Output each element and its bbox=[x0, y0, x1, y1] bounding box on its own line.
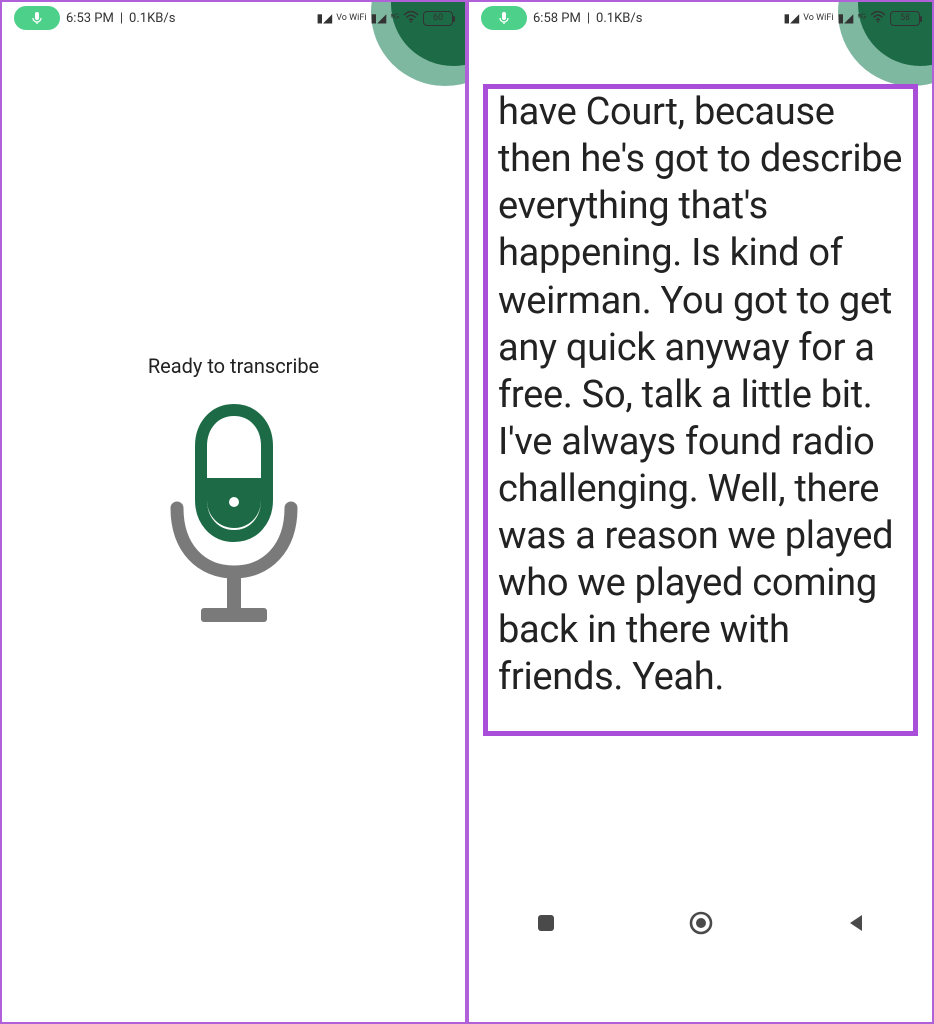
nav-back-icon[interactable] bbox=[845, 912, 867, 938]
nav-recent-icon[interactable] bbox=[535, 912, 557, 938]
status-time: 6:58 PM bbox=[533, 11, 581, 26]
highlight-top-edge bbox=[483, 84, 918, 89]
battery-icon: 60 bbox=[423, 11, 453, 26]
network-5g-icon: ⁵ᴳ bbox=[390, 13, 399, 24]
status-netspeed: 0.1KB/s bbox=[596, 11, 642, 26]
nav-home-icon[interactable] bbox=[688, 910, 714, 940]
phone-left: 6:53 PM | 0.1KB/s ▮◢ Vo WiFi ▮◢ ⁵ᴳ 60 Re… bbox=[2, 2, 465, 1022]
signal-icon: ▮◢ bbox=[316, 11, 332, 25]
vowifi-label: Vo WiFi bbox=[803, 14, 833, 22]
transcript-text: about it till the process have Court, be… bbox=[498, 84, 903, 702]
wifi-icon bbox=[403, 11, 419, 26]
signal-icon-2: ▮◢ bbox=[838, 11, 854, 25]
status-netspeed: 0.1KB/s bbox=[129, 11, 175, 26]
transcript-highlight: about it till the process have Court, be… bbox=[483, 84, 918, 736]
ready-label: Ready to transcribe bbox=[2, 354, 465, 378]
vowifi-label: Vo WiFi bbox=[336, 14, 366, 22]
phone-right: 6:58 PM | 0.1KB/s ▮◢ Vo WiFi ▮◢ ⁵ᴳ 58 ab… bbox=[469, 2, 932, 1022]
battery-icon: 58 bbox=[890, 11, 920, 26]
recording-pill-icon bbox=[481, 6, 527, 30]
signal-icon: ▮◢ bbox=[783, 11, 799, 25]
signal-icon-2: ▮◢ bbox=[371, 11, 387, 25]
microphone-button[interactable] bbox=[2, 400, 465, 630]
status-bar: 6:53 PM | 0.1KB/s ▮◢ Vo WiFi ▮◢ ⁵ᴳ 60 bbox=[2, 2, 465, 34]
status-time: 6:53 PM bbox=[66, 11, 114, 26]
status-bar: 6:58 PM | 0.1KB/s ▮◢ Vo WiFi ▮◢ ⁵ᴳ 58 bbox=[469, 2, 932, 34]
nav-bar bbox=[469, 896, 932, 954]
wifi-icon bbox=[870, 11, 886, 26]
network-5g-icon: ⁵ᴳ bbox=[857, 13, 866, 24]
recording-pill-icon bbox=[14, 6, 60, 30]
